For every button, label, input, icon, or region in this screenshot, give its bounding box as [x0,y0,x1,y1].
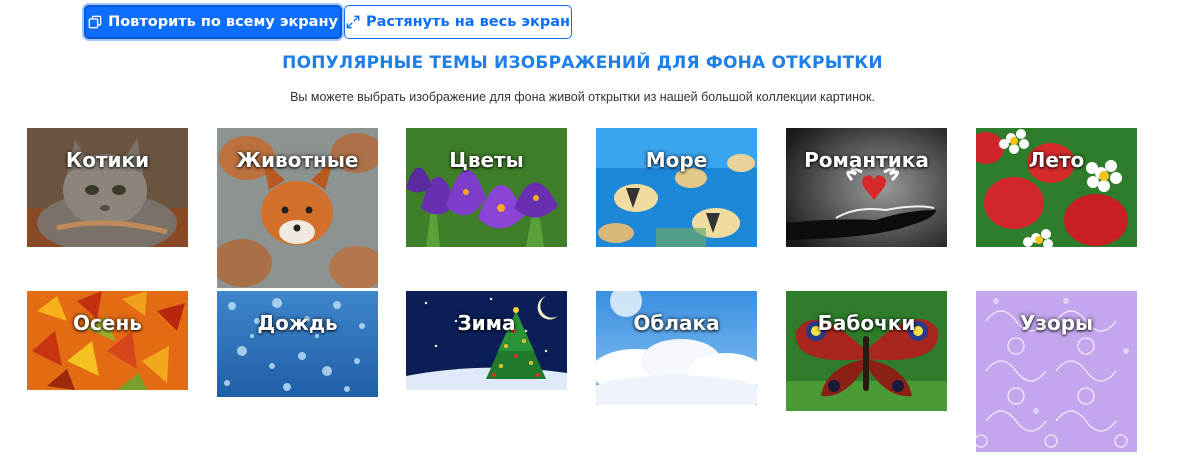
tile-label: Осень [73,311,142,335]
raindrops-image [217,291,378,397]
butterfly-image [786,291,947,411]
cat-image [27,128,188,247]
tile-label: Романтика [804,148,929,172]
category-tile-flowers[interactable]: Цветы [406,128,567,247]
tile-label: Цветы [449,148,524,172]
category-tile-winter[interactable]: Зима [406,291,567,390]
tile-label: Облака [633,311,720,335]
category-tile-cats[interactable]: Котики [27,128,188,247]
sea-fish-image [596,128,757,247]
strawberry-daisy-image [976,128,1137,247]
tile-label: Узоры [1019,311,1094,335]
hand-heart-image [786,128,947,247]
stretch-fullscreen-label: Растянуть на весь экран [365,14,571,30]
tile-label: Зима [457,311,516,335]
tile-label: Котики [65,148,150,172]
category-tile-summer[interactable]: Лето [976,128,1137,247]
crocus-image [406,128,567,247]
category-tile-butterflies[interactable]: Бабочки [786,291,947,411]
christmas-tree-image [406,291,567,390]
category-tile-patterns[interactable]: Узоры [976,291,1137,452]
repeat-fullscreen-button[interactable]: Повторить по всему экрану [84,5,342,39]
category-tile-romance[interactable]: Романтика [786,128,947,247]
clouds-sky-image [596,291,757,405]
copy-icon [88,15,102,29]
expand-arrows-icon [346,15,360,29]
category-tile-clouds[interactable]: Облака [596,291,757,405]
tile-label: Дождь [257,311,338,335]
section-subtitle: Вы можете выбрать изображение для фона ж… [290,90,875,104]
category-tile-rain[interactable]: Дождь [217,291,378,397]
tile-label: Животные [236,148,359,172]
autumn-leaves-image [27,291,188,390]
section-title: ПОПУЛЯРНЫЕ ТЕМЫ ИЗОБРАЖЕНИЙ ДЛЯ ФОНА ОТК… [282,53,883,73]
category-tile-autumn[interactable]: Осень [27,291,188,390]
stretch-fullscreen-button[interactable]: Растянуть на весь экран [344,5,572,39]
category-tile-sea[interactable]: Море [596,128,757,247]
category-tile-animals[interactable]: Животные [217,128,378,288]
tile-label: Море [645,148,708,172]
tile-label: Лето [1028,148,1085,172]
tile-label: Бабочки [817,311,916,335]
repeat-fullscreen-label: Повторить по всему экрану [108,14,338,30]
